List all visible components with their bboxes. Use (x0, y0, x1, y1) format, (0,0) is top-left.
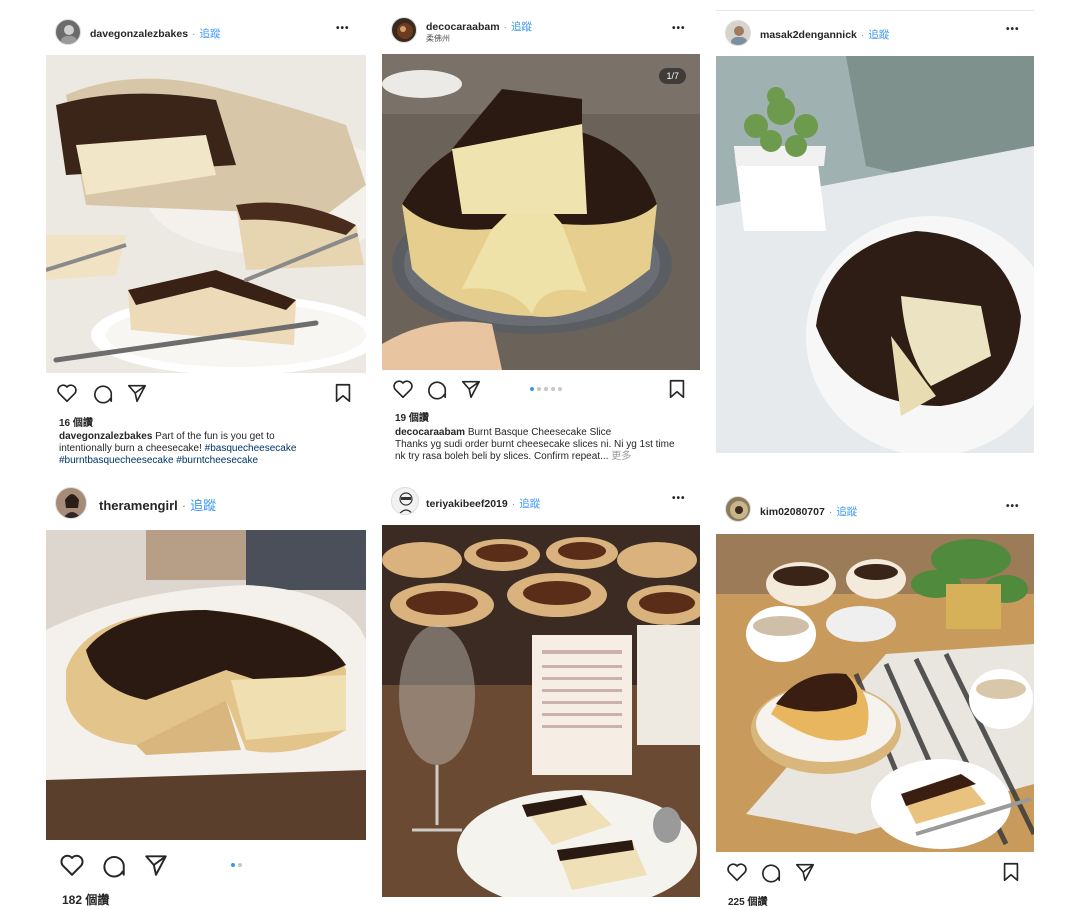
post-card-4: theramengirl · 追蹤 182 個讚 (46, 484, 366, 910)
share-icon[interactable] (460, 378, 482, 400)
username[interactable]: kim02080707 (760, 506, 825, 518)
username-row: davegonzalezbakes · 追蹤 (90, 26, 221, 41)
username[interactable]: davegonzalezbakes (90, 28, 188, 40)
heart-icon[interactable] (56, 382, 78, 404)
carousel-dots (231, 863, 242, 867)
more-options-icon[interactable]: ••• (1006, 24, 1020, 35)
carousel-dot (544, 387, 548, 391)
cheesecake-photo-3 (716, 56, 1034, 453)
separator-dot: · (860, 29, 865, 41)
action-bar (726, 861, 1026, 887)
caption-title: Burnt Basque Cheesecake Slice (467, 427, 612, 438)
follow-button[interactable]: 追蹤 (519, 498, 540, 510)
post-card-1: davegonzalezbakes · 追蹤 ••• 16 個讚 davegon… (46, 14, 366, 474)
carousel-dots (530, 387, 562, 391)
username-row: masak2dengannick · 追蹤 (760, 27, 889, 42)
share-icon[interactable] (143, 852, 169, 878)
follow-button[interactable]: 追蹤 (511, 21, 532, 33)
bookmark-icon[interactable] (332, 382, 354, 404)
post-card-2: decocaraabam · 追蹤 柔佛州 ••• 1/7 19 個讚 decoca… (382, 14, 700, 474)
cheesecake-photo-2 (382, 54, 700, 370)
post-image[interactable]: 1/7 (382, 54, 700, 370)
bookmark-icon[interactable] (1000, 861, 1022, 883)
username[interactable]: teriyakibeef2019 (426, 498, 508, 510)
heart-icon[interactable] (726, 861, 748, 883)
caption-text: Thanks yg sudi order burnt cheesecake sl… (395, 439, 675, 462)
avatar[interactable] (55, 19, 81, 45)
avatar[interactable] (391, 17, 417, 43)
follow-button[interactable]: 追蹤 (836, 506, 857, 518)
divider-line (716, 10, 1034, 11)
username-row: decocaraabam · 追蹤 (426, 19, 532, 34)
post-image[interactable] (382, 525, 700, 897)
follow-button[interactable]: 追蹤 (190, 498, 216, 513)
more-link[interactable]: 更多 (611, 451, 631, 462)
post-card-6: kim02080707 · 追蹤 ••• 225 個讚 (716, 484, 1034, 910)
more-options-icon[interactable]: ••• (1006, 501, 1020, 512)
action-bar (56, 382, 356, 408)
cheesecake-photo-5 (382, 525, 700, 897)
separator-dot: · (181, 498, 187, 513)
separator-dot: · (192, 28, 196, 40)
cheesecake-photo-6 (716, 534, 1034, 852)
comment-icon[interactable] (101, 852, 127, 878)
cheesecake-photo-4 (46, 530, 366, 840)
like-count[interactable]: 19 個讚 (395, 409, 429, 424)
more-options-icon[interactable]: ••• (672, 493, 686, 504)
username-row: teriyakibeef2019 · 追蹤 (426, 496, 540, 511)
like-count[interactable]: 225 個讚 (728, 893, 767, 908)
post-card-5: teriyakibeef2019 · 追蹤 ••• (382, 484, 700, 910)
share-icon[interactable] (126, 382, 148, 404)
more-options-icon[interactable]: ••• (672, 23, 686, 34)
action-bar (59, 852, 359, 878)
post-card-3: masak2dengannick · 追蹤 ••• (716, 14, 1034, 464)
location-label[interactable]: 柔佛州 (426, 33, 450, 44)
follow-button[interactable]: 追蹤 (868, 29, 889, 41)
caption: davegonzalezbakes Part of the fun is you… (59, 431, 329, 467)
comment-icon[interactable] (760, 861, 782, 883)
follow-button[interactable]: 追蹤 (200, 28, 221, 40)
bookmark-icon[interactable] (666, 378, 688, 400)
caption: decocaraabam Burnt Basque Cheesecake Sli… (395, 427, 685, 463)
carousel-dot (558, 387, 562, 391)
carousel-dot (537, 387, 541, 391)
post-image[interactable] (716, 56, 1034, 453)
separator-dot: · (511, 498, 516, 510)
comment-icon[interactable] (426, 378, 448, 400)
username-row: kim02080707 · 追蹤 (760, 504, 857, 519)
action-bar (392, 378, 692, 404)
post-image[interactable] (716, 534, 1034, 852)
username-row: theramengirl · 追蹤 (99, 495, 216, 514)
comment-icon[interactable] (92, 382, 114, 404)
username[interactable]: masak2dengannick (760, 29, 857, 41)
separator-dot: · (503, 21, 508, 33)
avatar[interactable] (55, 487, 87, 519)
post-image[interactable] (46, 55, 366, 373)
carousel-counter: 1/7 (659, 68, 686, 84)
like-count[interactable]: 16 個讚 (59, 414, 93, 429)
separator-dot: · (828, 506, 833, 518)
share-icon[interactable] (794, 861, 816, 883)
caption-username[interactable]: decocaraabam (395, 427, 465, 438)
post-image[interactable] (46, 530, 366, 840)
carousel-dot (238, 863, 242, 867)
avatar[interactable] (725, 20, 751, 46)
carousel-dot (530, 387, 534, 391)
avatar[interactable] (391, 487, 419, 515)
cheesecake-photo-1 (46, 55, 366, 373)
username[interactable]: decocaraabam (426, 21, 500, 33)
username[interactable]: theramengirl (99, 498, 178, 513)
avatar[interactable] (725, 496, 751, 522)
like-count[interactable]: 182 個讚 (62, 891, 109, 908)
carousel-dot (231, 863, 235, 867)
heart-icon[interactable] (392, 378, 414, 400)
more-options-icon[interactable]: ••• (336, 23, 350, 34)
caption-username[interactable]: davegonzalezbakes (59, 431, 152, 442)
heart-icon[interactable] (59, 852, 85, 878)
carousel-dot (551, 387, 555, 391)
